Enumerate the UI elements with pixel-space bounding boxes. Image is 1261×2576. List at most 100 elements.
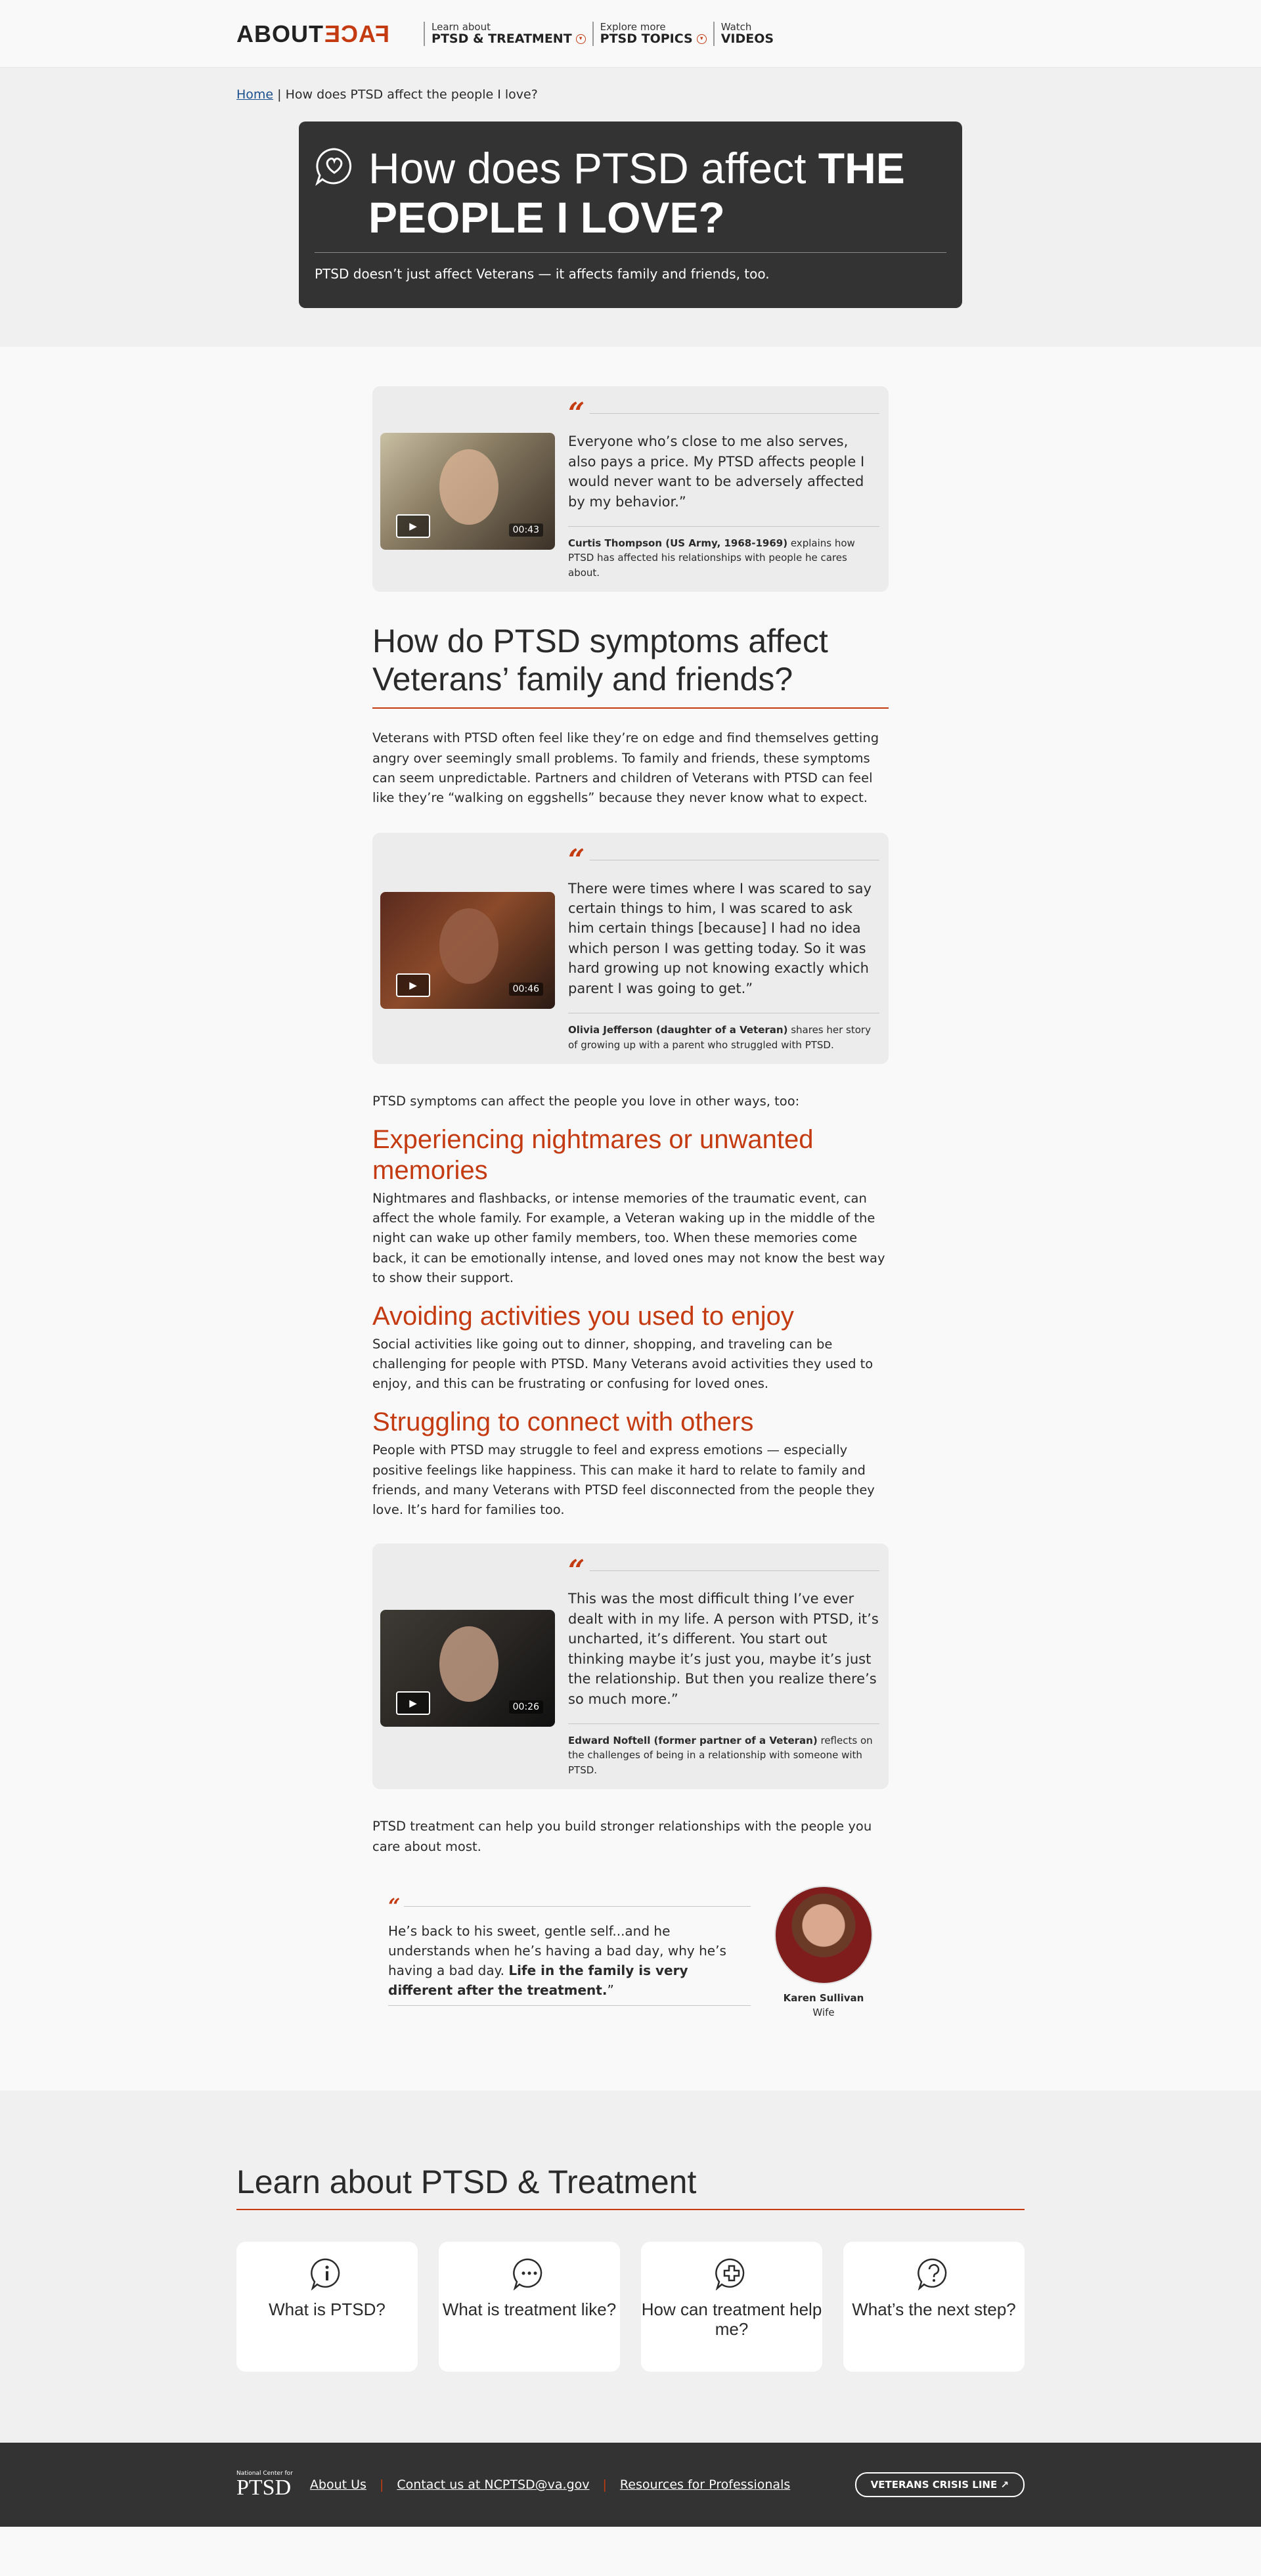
quote-text: There were times where I was scared to s… (568, 880, 872, 996)
quote-mark-icon: “ (388, 1893, 401, 1919)
testimonial-name: Karen Sullivan (783, 1991, 864, 2004)
quote-attribution: Edward Noftell (former partner of a Vete… (568, 1733, 879, 1778)
nav-big-label: PTSD & TREATMENT (431, 32, 572, 47)
ncptsd-logo[interactable]: National Center for PTSD (236, 2470, 293, 2499)
card-next-step[interactable]: What’s the next step? (843, 2241, 1025, 2372)
breadcrumb-current: How does PTSD affect the people I love? (285, 87, 538, 102)
nav-ptsd-treatment[interactable]: Learn about PTSD & TREATMENT ▾ (424, 20, 592, 47)
page-title: How does PTSD affect THE PEOPLE I LOVE? (315, 144, 946, 242)
quote-text: This was the most difficult thing I’ve e… (568, 1591, 879, 1707)
card-label: What’s the next step? (852, 2299, 1016, 2319)
video-duration: 00:46 (508, 983, 543, 996)
quote-text: Everyone who’s close to me also serves, … (568, 433, 865, 510)
footer-links: About Us | Contact us at NCPTSD@va.gov |… (310, 2477, 790, 2492)
hero-subtitle: PTSD doesn’t just affect Veterans — it a… (315, 266, 770, 282)
logo-face-text: FACE (324, 20, 390, 47)
quote-mark-icon: “ (568, 843, 585, 877)
subsection-body: Social activities like going out to dinn… (372, 1336, 874, 1392)
hero-band: Home | How does PTSD affect the people I… (0, 68, 1261, 347)
speaker-name: Curtis Thompson (US Army, 1968-1969) (568, 537, 788, 549)
closing-paragraph: PTSD treatment can help you build strong… (372, 1819, 872, 1854)
quote-divider (568, 525, 879, 527)
logo-big-text: PTSD (236, 2475, 292, 2500)
hero-divider (315, 252, 946, 254)
question-bubble-icon (918, 2258, 947, 2290)
video-duration: 00:43 (508, 523, 543, 537)
ellipsis-bubble-icon (513, 2258, 542, 2290)
card-treatment-help[interactable]: How can treatment help me? (641, 2241, 822, 2372)
testimonial-role: Wife (812, 2006, 835, 2018)
avatar (774, 1885, 873, 1984)
learn-section: Learn about PTSD & Treatment What is PTS… (0, 2090, 1261, 2443)
breadcrumb-home-link[interactable]: Home (236, 87, 273, 102)
subsection-body: Nightmares and flashbacks, or intense me… (372, 1190, 885, 1285)
plus-bubble-icon (715, 2258, 745, 2290)
learn-heading: Learn about PTSD & Treatment (236, 2163, 1025, 2210)
card-what-is-ptsd[interactable]: What is PTSD? (236, 2241, 418, 2372)
play-icon[interactable]: ▶ (396, 1691, 430, 1716)
footer-link-resources[interactable]: Resources for Professionals (620, 2477, 790, 2492)
card-label: How can treatment help me? (641, 2299, 822, 2340)
card-treatment-like[interactable]: What is treatment like? (439, 2241, 620, 2372)
video-thumbnail[interactable]: ▶ 00:46 (380, 892, 555, 1010)
quote-attribution: Olivia Jefferson (daughter of a Veteran)… (568, 1023, 879, 1052)
intro-paragraph: Veterans with PTSD often feel like they’… (372, 730, 879, 806)
quote-divider (590, 413, 879, 414)
play-icon[interactable]: ▶ (396, 973, 430, 998)
card-label: What is PTSD? (269, 2299, 386, 2319)
footer-link-about[interactable]: About Us (310, 2477, 366, 2492)
video-subject-figure (439, 1626, 498, 1702)
footer-separator: | (379, 2477, 384, 2492)
breadcrumb: Home | How does PTSD affect the people I… (236, 87, 1025, 102)
breadcrumb-separator: | (277, 87, 282, 102)
subsection-heading: Struggling to connect with others (372, 1408, 754, 1437)
nav-ptsd-topics[interactable]: Explore more PTSD TOPICS ▾ (592, 22, 713, 47)
video-thumbnail[interactable]: ▶ 00:26 (380, 1610, 555, 1727)
quote-divider (590, 1570, 879, 1572)
speaker-name: Olivia Jefferson (daughter of a Veteran) (568, 1024, 788, 1036)
hero-card: How does PTSD affect THE PEOPLE I LOVE? … (299, 122, 962, 309)
quote-mark-icon: “ (568, 397, 585, 430)
quote-divider (404, 1905, 751, 1907)
nav-big-label: VIDEOS (720, 32, 774, 47)
subsection-heading: Experiencing nightmares or unwanted memo… (372, 1125, 814, 1186)
main-content: ▶ 00:43 “ Everyone who’s close to me als… (372, 347, 889, 2091)
card-label: What is treatment like? (442, 2299, 617, 2319)
subsection-body: People with PTSD may struggle to feel an… (372, 1442, 875, 1517)
footer-link-contact[interactable]: Contact us at NCPTSD@va.gov (397, 2477, 589, 2492)
info-bubble-icon (311, 2258, 340, 2290)
chevron-down-icon: ▾ (696, 34, 707, 45)
subsection-heading: Avoiding activities you used to enjoy (372, 1302, 794, 1331)
video-thumbnail[interactable]: ▶ 00:43 (380, 432, 555, 550)
testimonial-text: He’s back to his sweet, gentle self...an… (388, 1921, 751, 2007)
site-footer: National Center for PTSD About Us | Cont… (0, 2442, 1261, 2527)
video-duration: 00:26 (508, 1700, 543, 1714)
video-subject-figure (439, 908, 498, 985)
video-quote-card: ▶ 00:26 “ This was the most difficult th… (372, 1543, 889, 1790)
section-heading: How do PTSD symptoms affect Veterans’ fa… (372, 622, 889, 709)
logo-about-text: ABOUT (236, 20, 324, 47)
quote-attribution: Curtis Thompson (US Army, 1968-1969) exp… (568, 536, 879, 581)
footer-separator: | (602, 2477, 607, 2492)
site-header: ABOUT FACE Learn about PTSD & TREATMENT ▾ … (0, 0, 1261, 68)
nav-small-label: Learn about (431, 20, 491, 33)
quote-divider (568, 1723, 879, 1724)
speech-heart-icon (315, 148, 352, 186)
veterans-crisis-line-button[interactable]: VETERANS CRISIS LINE ↗ (854, 2472, 1025, 2497)
testimonial-text-end: ” (607, 1982, 614, 1999)
aboutface-logo[interactable]: ABOUT FACE (236, 20, 389, 48)
quote-mark-icon: “ (568, 1554, 585, 1588)
play-icon[interactable]: ▶ (396, 514, 430, 538)
chevron-down-icon: ▾ (575, 34, 586, 45)
speaker-name: Edward Noftell (former partner of a Vete… (568, 1734, 818, 1746)
nav-small-label: Watch (720, 20, 752, 33)
nav-videos[interactable]: Watch VIDEOS (713, 20, 780, 47)
video-subject-figure (439, 449, 498, 525)
video-quote-card: ▶ 00:43 “ Everyone who’s close to me als… (372, 386, 889, 592)
title-light: How does PTSD affect (368, 144, 807, 192)
learn-cards: What is PTSD? What is treatment like? Ho… (236, 2241, 1025, 2372)
lead-paragraph: PTSD symptoms can affect the people you … (372, 1094, 800, 1109)
video-quote-card: ▶ 00:46 “ There were times where I was s… (372, 833, 889, 1065)
nav-big-label: PTSD TOPICS (600, 32, 693, 47)
testimonial: “ He’s back to his sweet, gentle self...… (372, 1885, 889, 2018)
